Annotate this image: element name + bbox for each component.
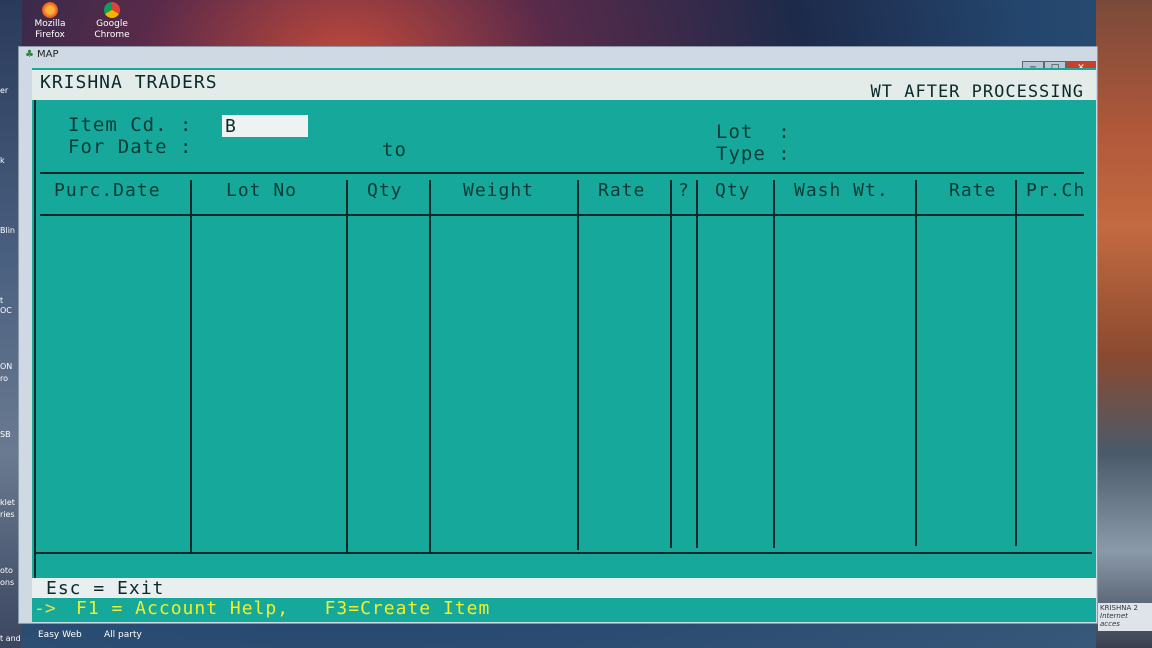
all-party-desktop-icon[interactable]: All party (104, 630, 142, 640)
column-divider (915, 180, 917, 546)
column-divider (190, 180, 192, 552)
firefox-label-2: Firefox (35, 30, 65, 40)
col-flag: ? (678, 180, 690, 201)
column-divider (429, 180, 431, 552)
column-divider (1015, 180, 1017, 546)
column-divider (773, 180, 775, 548)
col-purc-date: Purc.Date (54, 180, 161, 201)
taskbar-notification[interactable]: KRISHNA 2 Internet acces (1098, 603, 1152, 631)
column-divider (346, 180, 348, 552)
column-divider (670, 180, 672, 548)
chrome-desktop-icon[interactable]: Google Chrome (84, 2, 140, 41)
window-title: MAP (36, 49, 59, 60)
chrome-label-1: Google (96, 19, 128, 29)
lot-label: Lot : (716, 121, 791, 143)
col-rate: Rate (598, 180, 646, 201)
table-bottom-line (34, 552, 1092, 554)
column-divider (696, 180, 698, 548)
notification-subtitle: Internet acces (1100, 612, 1128, 628)
firefox-desktop-icon[interactable]: Mozilla Firefox (22, 2, 78, 41)
col-qty-2: Qty (715, 180, 751, 201)
col-weight: Weight (463, 180, 535, 201)
column-divider (577, 180, 579, 550)
left-border (34, 100, 36, 578)
header-top-line (40, 172, 1084, 174)
window-title-bar: ♣ MAP (25, 49, 58, 60)
col-rate-2: Rate (949, 180, 997, 201)
company-name: KRISHNA TRADERS (40, 72, 218, 93)
chrome-label-2: Chrome (94, 30, 130, 40)
to-label: to (382, 139, 407, 161)
console-screen: KRISHNA TRADERS WT AFTER PROCESSING Item… (32, 68, 1096, 622)
item-cd-label: Item Cd. : (68, 114, 193, 136)
header-bar: KRISHNA TRADERS WT AFTER PROCESSING (32, 70, 1096, 102)
screen-title: WT AFTER PROCESSING (870, 82, 1084, 102)
function-key-help: F1 = Account Help, F3=Create Item (76, 598, 491, 619)
header-bottom-line (40, 214, 1084, 216)
col-qty: Qty (367, 180, 403, 201)
firefox-icon (42, 2, 58, 18)
easy-web-desktop-icon[interactable]: Easy Web (38, 630, 82, 640)
item-code-input[interactable] (222, 115, 308, 137)
col-pr-ch: Pr.Ch (1026, 180, 1086, 201)
for-date-label: For Date : (68, 136, 193, 158)
col-wash-wt: Wash Wt. (794, 180, 889, 201)
notification-title: KRISHNA 2 (1100, 604, 1138, 612)
desktop-right-strip (1096, 0, 1152, 648)
esc-exit-hint: Esc = Exit (46, 578, 165, 599)
firefox-label-1: Mozilla (34, 19, 66, 29)
chrome-icon (104, 2, 120, 18)
type-label: Type : (716, 143, 791, 165)
help-bar: -> F1 = Account Help, F3=Create Item (32, 598, 1096, 622)
status-bar: Esc = Exit (32, 578, 1096, 599)
col-lot-no: Lot No (226, 180, 298, 201)
desktop-side-label: t and (0, 634, 21, 643)
prompt-arrow: -> (34, 598, 56, 619)
app-tree-icon: ♣ (25, 49, 34, 60)
